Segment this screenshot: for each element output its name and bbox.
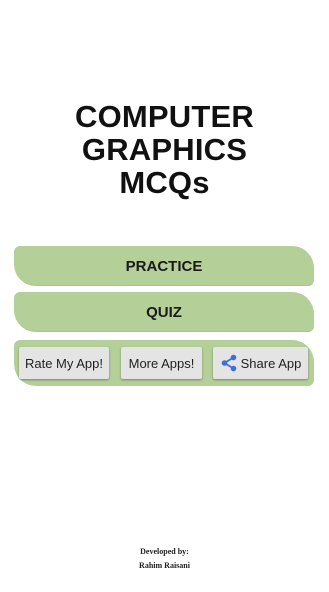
quiz-button-label: QUIZ xyxy=(146,303,182,321)
rate-app-label: Rate My App! xyxy=(24,355,104,371)
app-title-line-2: GRAPHICS xyxy=(81,132,248,167)
quiz-button[interactable]: QUIZ xyxy=(14,292,314,332)
app-title: COMPUTER GRAPHICS MCQs xyxy=(0,100,329,199)
developed-by-label: Developed by: xyxy=(140,547,189,556)
rate-app-button[interactable]: Rate My App! xyxy=(19,347,109,379)
practice-button[interactable]: PRACTICE xyxy=(14,246,314,286)
more-apps-button[interactable]: More Apps! xyxy=(121,347,202,379)
more-apps-label: More Apps! xyxy=(128,355,195,371)
app-screen: COMPUTER GRAPHICS MCQs PRACTICE QUIZ Rat… xyxy=(0,0,329,592)
share-icon xyxy=(220,354,238,372)
app-title-line-1: COMPUTER xyxy=(75,99,254,134)
share-app-button[interactable]: Share App xyxy=(213,347,308,379)
actions-bar: Rate My App! More Apps! Share App xyxy=(14,340,314,386)
developer-name: Rahim Raisani xyxy=(139,561,190,570)
app-title-line-3: MCQs xyxy=(119,165,210,200)
practice-button-label: PRACTICE xyxy=(125,257,203,275)
share-app-label: Share App xyxy=(240,355,302,371)
